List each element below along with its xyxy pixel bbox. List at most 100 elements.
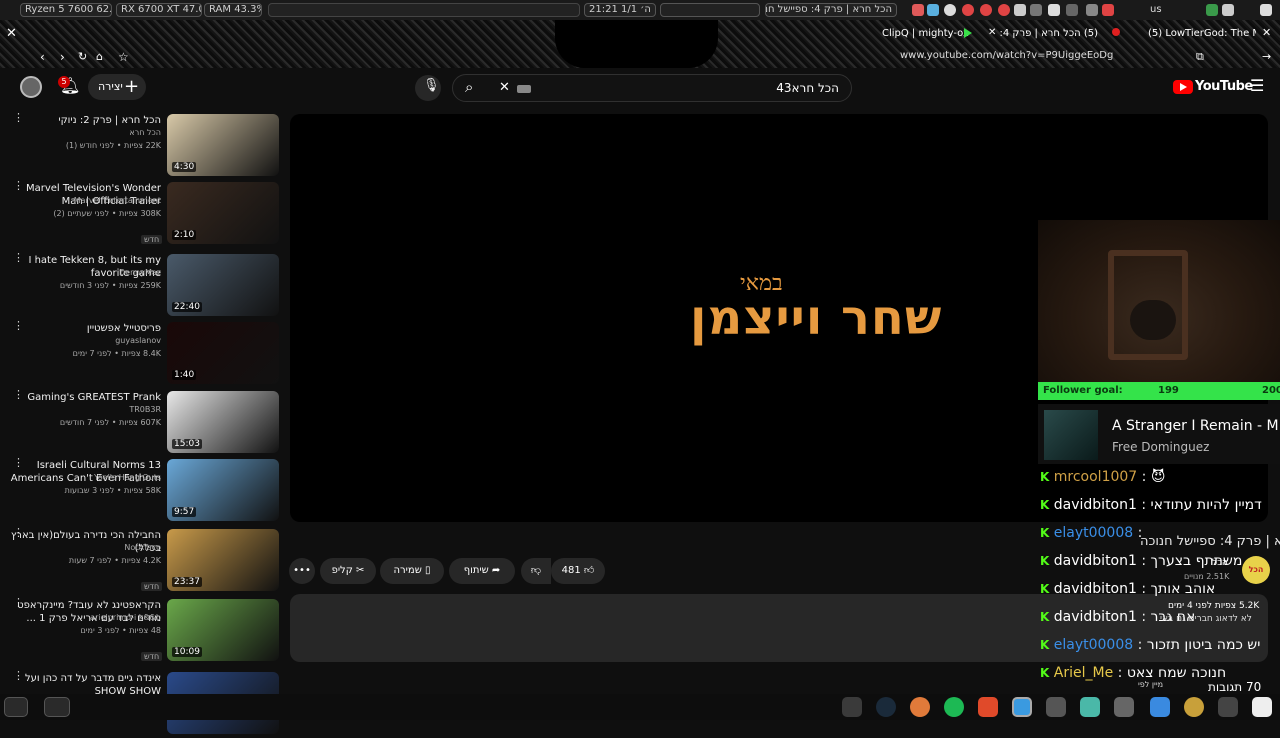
search-input[interactable]: הכל חרא43 xyxy=(776,81,839,95)
tray-icon[interactable] xyxy=(1222,4,1234,16)
tray-icon[interactable] xyxy=(1066,4,1078,16)
steam-tray-icon[interactable] xyxy=(1014,4,1026,16)
recommendation-item[interactable]: ⋮ Marvel Television's Wonder Man | Offici… xyxy=(0,180,285,248)
back-icon[interactable]: ‹ xyxy=(40,50,45,64)
new-badge: חדש xyxy=(141,235,163,244)
follower-current: 199 xyxy=(1158,385,1179,396)
tray-icon[interactable] xyxy=(1048,4,1060,16)
tab-lowtiergod[interactable]: (5) LowTierGod: The Mos xyxy=(1148,24,1256,44)
app-icon[interactable] xyxy=(1184,697,1204,717)
recommendation-item[interactable]: ⋮ הכל חרא | פרק 2: ניוקי הכל חרא 22K צפיות … xyxy=(0,112,285,180)
youtube-logo-text[interactable]: YouTube xyxy=(1195,79,1253,94)
tray-icon[interactable] xyxy=(1030,4,1042,16)
avatar[interactable] xyxy=(20,76,42,98)
video-title[interactable]: הכל חרא | פרק 2: ניוקי xyxy=(6,114,161,127)
discord-icon[interactable] xyxy=(842,697,862,717)
tray-icon[interactable] xyxy=(912,4,924,16)
recommendation-item[interactable]: ⋮ Gaming's GREATEST Prank TR0B3R 607K צפיות… xyxy=(0,389,285,457)
channel-name[interactable]: הכל חרא xyxy=(6,128,161,137)
recommendation-item[interactable]: ⋮ פריסטייל אפשטיין guyaslanov 8.4K צפיות • … xyxy=(0,320,285,388)
recommendation-item[interactable]: ⋮ החבילה הכי נדירה בעולם(אין בארץ בכלל) No… xyxy=(0,527,285,595)
layers-icon[interactable] xyxy=(1080,697,1100,717)
tab-current-video[interactable]: (5) הכל חרא | פרק 4:ס xyxy=(1000,24,1098,44)
firefox-icon[interactable] xyxy=(910,697,930,717)
menu-icon[interactable]: ☰ xyxy=(1250,76,1264,95)
save-button[interactable]: שמירה ▯ xyxy=(380,558,444,584)
chat-username: davidbiton1 xyxy=(1053,609,1137,625)
record-icon[interactable] xyxy=(962,4,974,16)
keyboard-icon[interactable] xyxy=(517,85,531,93)
video-title[interactable]: Gaming's GREATEST Prank xyxy=(6,391,161,404)
notification-badge: 5 xyxy=(58,76,70,88)
terminal-icon[interactable] xyxy=(1218,697,1238,717)
obs-icon[interactable] xyxy=(944,4,956,16)
chat-message: K davidbiton1 : אוהב אותך xyxy=(1040,578,1215,600)
bookmark-icon[interactable]: ☆ xyxy=(118,50,129,64)
share-button[interactable]: שיתוף ➦ xyxy=(449,558,515,584)
tray-icon[interactable] xyxy=(927,4,939,16)
clip-button[interactable]: קליפ ✂ xyxy=(320,558,376,584)
home-icon[interactable]: ⌂ xyxy=(96,50,103,63)
next-icon[interactable]: → xyxy=(1262,50,1271,63)
search-icon[interactable]: ⌕ xyxy=(465,78,473,96)
workspace-1[interactable] xyxy=(4,697,28,717)
tab-clipq[interactable]: ClipQ | mighty-oz xyxy=(882,24,972,44)
follower-goal-bar: Follower goal: 199 200 xyxy=(1038,382,1280,400)
channel-name[interactable]: arielprimo-i k&&b xyxy=(6,613,161,622)
channel-name[interactable]: Marvel Entertainment xyxy=(6,196,161,205)
app-icon[interactable] xyxy=(1046,697,1066,717)
more-actions-button[interactable]: ••• xyxy=(289,558,315,584)
clear-search-icon[interactable]: ✕ xyxy=(499,80,510,95)
chat-username: elayt00008 xyxy=(1053,637,1134,653)
dislike-button[interactable]: 👎︎ xyxy=(521,558,551,584)
address-bar[interactable]: www.youtube.com/watch?v=P9UiggeEoDg xyxy=(900,50,1190,66)
chat-text: אוהב אותך xyxy=(1150,581,1216,597)
voice-search-button[interactable]: 🎙︎ xyxy=(415,75,441,101)
recommendation-item[interactable]: ⋮ הקראפטינג לא עובד? מיינקראפט מודים לבד … xyxy=(0,597,285,665)
recommendation-item[interactable]: ⋮ I hate Tekken 8, but its my favorite ga… xyxy=(0,252,285,320)
keyboard-layout[interactable]: us xyxy=(1150,4,1162,15)
video-title[interactable]: פריסטייל אפשטיין xyxy=(6,322,161,335)
channel-name[interactable]: NotATaco xyxy=(6,543,161,552)
workspace-2[interactable] xyxy=(44,697,70,717)
search-box[interactable]: ⌕ ✕ הכל חרא43 xyxy=(452,74,852,102)
record-icon[interactable] xyxy=(980,4,992,16)
sort-label[interactable]: מיין לפי xyxy=(1138,680,1163,689)
files-icon[interactable] xyxy=(1114,697,1134,717)
channel-name[interactable]: Yoel's Hang Outs xyxy=(6,473,161,482)
close-tab-icon[interactable]: ✕ xyxy=(988,27,996,38)
recommendation-item[interactable]: ⋮ 13 Israeli Cultural Norms Americans Can… xyxy=(0,457,285,525)
forward-icon[interactable]: › xyxy=(60,50,65,64)
channel-avatar[interactable]: הכל xyxy=(1242,556,1270,584)
store-icon[interactable] xyxy=(1150,697,1170,717)
close-window-icon[interactable]: ✕ xyxy=(6,26,17,41)
power-icon[interactable] xyxy=(1260,4,1272,16)
youtube-logo-icon[interactable] xyxy=(1173,80,1193,94)
tray-icon[interactable] xyxy=(1102,4,1114,16)
duration-badge: 22:40 xyxy=(172,302,202,312)
kick-icon: K xyxy=(1040,638,1050,652)
tray-icon[interactable] xyxy=(1206,4,1218,16)
tray-icon[interactable] xyxy=(1086,4,1098,16)
brave-icon[interactable] xyxy=(978,697,998,717)
system-top-bar: Ryzen 5 7600 62.1 °C RX 6700 XT 47.0 °C … xyxy=(0,0,1280,20)
active-app-icon[interactable] xyxy=(1012,697,1032,717)
extensions-icon[interactable]: ⧉ xyxy=(1196,50,1204,64)
kick-icon: K xyxy=(1040,526,1050,540)
like-button[interactable]: 481 👍︎ xyxy=(551,558,605,584)
media-title[interactable]: הכל חרא | פרק 4: ספיישל חנ... xyxy=(765,3,897,17)
channel-name[interactable]: DennyMaz xyxy=(6,268,161,277)
follower-goal-label: Follower goal: xyxy=(1043,385,1123,396)
chat-message: K elayt00008 : xyxy=(1040,522,1142,544)
channel-name[interactable]: guyaslanov xyxy=(6,336,161,345)
chat-text: חנוכה שמח צאט xyxy=(1126,665,1227,681)
launcher-icon[interactable] xyxy=(1252,697,1272,717)
new-tab-icon[interactable]: ✕ xyxy=(1262,26,1271,39)
spotify-icon[interactable] xyxy=(944,697,964,717)
duration-badge: 15:03 xyxy=(172,439,202,449)
channel-name[interactable]: TR0B3R xyxy=(6,405,161,414)
record-icon[interactable] xyxy=(998,4,1010,16)
reload-icon[interactable]: ↻ xyxy=(78,50,87,63)
create-button[interactable]: יצירה + xyxy=(88,74,146,100)
steam-icon[interactable] xyxy=(876,697,896,717)
